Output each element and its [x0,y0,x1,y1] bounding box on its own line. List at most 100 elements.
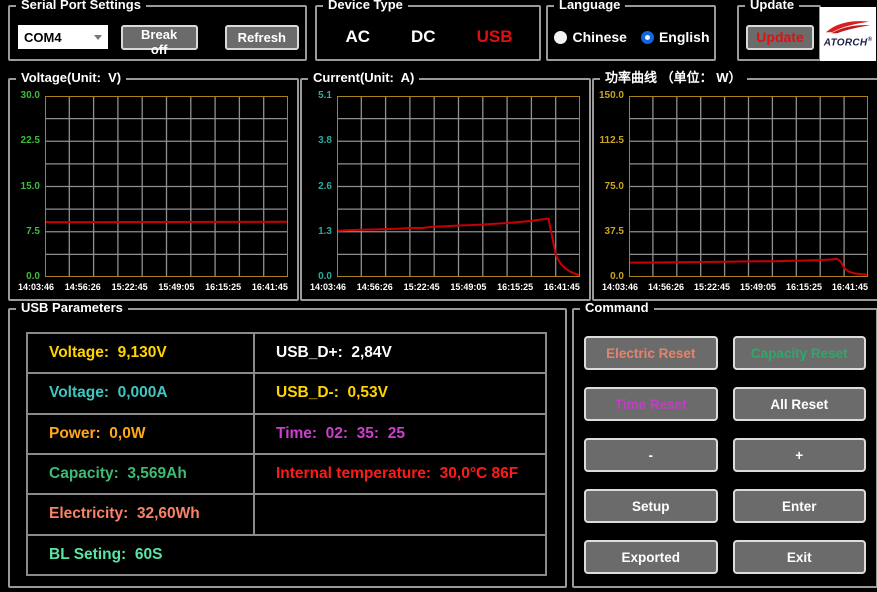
x-tick-label: 14:03:46 [310,283,346,296]
voltage-y-axis: 30.022.515.07.50.0 [15,91,45,282]
break-off-button[interactable]: Break off [121,25,198,50]
current-x-axis: 14:03:4614:56:2615:22:4515:49:0516:15:25… [310,277,580,296]
parameter-cell: Internal temperature: 30,0°C 86F [254,454,546,494]
command-group: Command Electric ResetCapacity ResetTime… [572,308,877,588]
chart-title-voltage: Voltage(Unit: V) [16,71,126,85]
y-tick-label: 112.5 [600,136,624,146]
chart-title-power: 功率曲线 （单位： W） [600,71,747,85]
x-tick-label: 14:56:26 [65,283,101,296]
y-tick-label: 2.6 [318,182,332,192]
x-tick-label: 14:56:26 [648,283,684,296]
parameter-cell: Time: 02: 35: 25 [254,414,546,454]
y-tick-label: 75.0 [605,182,624,192]
atorch-logo: ATORCH® [820,7,876,61]
parameter-cell: Capacity: 3,569Ah [27,454,254,494]
device-type-dc[interactable]: DC [411,27,436,47]
group-title-command: Command [580,301,654,315]
group-title-serial: Serial Port Settings [16,0,146,12]
table-row: Capacity: 3,569AhInternal temperature: 3… [27,454,546,494]
y-tick-label: 7.5 [26,227,40,237]
x-tick-label: 16:15:25 [786,283,822,296]
power-plot [629,96,868,277]
x-tick-label: 16:15:25 [205,283,241,296]
y-tick-label: 150.0 [599,91,624,101]
current-plot [337,96,580,277]
table-row: BL Seting: 60S [27,535,546,575]
logo-brand-text: ATORCH® [824,35,872,48]
y-tick-label: 1.3 [318,227,332,237]
parameter-cell: Electricity: 32,60Wh [27,494,254,534]
device-type-usb[interactable]: USB [477,27,513,47]
x-tick-label: 15:22:45 [112,283,148,296]
refresh-button[interactable]: Refresh [225,25,299,50]
parameter-cell: USB_D-: 0,53V [254,373,546,413]
y-tick-label: 30.0 [21,91,40,101]
usb-parameters-group: USB Parameters Voltage: 9,130VUSB_D+: 2,… [8,308,567,588]
table-row: Voltage: 0,000AUSB_D-: 0,53V [27,373,546,413]
parameter-cell: Voltage: 0,000A [27,373,254,413]
current-y-axis: 5.13.82.61.30.0 [307,91,337,282]
x-tick-label: 15:22:45 [694,283,730,296]
power-y-axis: 150.0112.575.037.50.0 [599,91,629,282]
voltage-chart-group: Voltage(Unit: V) 30.022.515.07.50.0 14:0… [8,78,299,301]
setup-button[interactable]: Setup [584,489,718,523]
y-tick-label: 5.1 [318,91,332,101]
language-english-label: English [659,29,710,45]
minus-button[interactable]: - [584,438,718,472]
current-chart-group: Current(Unit: A) 5.13.82.61.30.0 14:03:4… [300,78,591,301]
language-english-radio[interactable]: English [641,29,710,45]
group-title-language: Language [554,0,625,12]
language-chinese-label: Chinese [572,29,626,45]
language-chinese-radio[interactable]: Chinese [554,29,626,45]
com-port-select[interactable]: COM4 [18,25,108,49]
all-reset-button[interactable]: All Reset [733,387,867,421]
enter-button[interactable]: Enter [733,489,867,523]
parameter-cell: Voltage: 9,130V [27,333,254,373]
x-tick-label: 15:49:05 [740,283,776,296]
device-type-ac[interactable]: AC [345,27,370,47]
time-reset-button[interactable]: Time Reset [584,387,718,421]
parameter-cell: Power: 0,0W [27,414,254,454]
power-x-axis: 14:03:46 14:56:26 15:22:45 15:49:05 16:15:25… [602,277,868,296]
x-tick-label: 14:03:46 [18,283,54,296]
command-button-grid: Electric Reset Capacity Reset Time Reset Al… [584,336,866,574]
usb-parameters-table-body: Voltage: 9,130VUSB_D+: 2,84VVoltage: 0,0… [27,333,546,575]
x-tick-label: 16:41:45 [544,283,580,296]
radio-unselected-icon [554,31,567,44]
x-tick-label: 16:41:45 [832,283,868,296]
group-title-usb-parameters: USB Parameters [16,301,128,315]
chevron-down-icon [94,35,102,40]
app-window: Serial Port Settings COM4 Break off Refr… [0,0,877,592]
capacity-reset-button[interactable]: Capacity Reset [733,336,867,370]
radio-selected-icon [641,31,654,44]
group-title-device-type: Device Type [323,0,408,12]
power-chart-group: 功率曲线 （单位： W） 150.0112.575.037.50.0 14:03… [592,78,877,301]
update-group: Update Update [737,5,821,61]
voltage-x-axis: 14:03:4614:56:2615:22:4515:49:0516:15:25… [18,277,288,296]
x-tick-label: 15:49:05 [450,283,486,296]
com-port-value: COM4 [24,30,62,45]
serial-port-settings-group: Serial Port Settings COM4 Break off Refr… [8,5,307,61]
group-title-update: Update [745,0,799,12]
x-tick-label: 15:22:45 [404,283,440,296]
exit-button[interactable]: Exit [733,540,867,574]
parameter-cell: USB_D+: 2,84V [254,333,546,373]
x-tick-label: 16:41:45 [252,283,288,296]
electric-reset-button[interactable]: Electric Reset [584,336,718,370]
table-row: Power: 0,0WTime: 02: 35: 25 [27,414,546,454]
update-button[interactable]: Update [746,25,813,50]
y-tick-label: 15.0 [21,182,40,192]
flame-icon [825,19,871,35]
parameter-cell [254,494,546,534]
plus-button[interactable]: + [733,438,867,472]
x-tick-label: 14:03:46 [602,283,638,296]
parameter-cell: BL Seting: 60S [27,535,546,575]
table-row: Voltage: 9,130VUSB_D+: 2,84V [27,333,546,373]
chart-title-current: Current(Unit: A) [308,71,419,85]
x-tick-label: 16:15:25 [497,283,533,296]
exported-button[interactable]: Exported [584,540,718,574]
table-row: Electricity: 32,60Wh [27,494,546,534]
language-group: Language Chinese English [546,5,716,61]
device-type-group: Device Type AC DC USB [315,5,541,61]
y-tick-label: 22.5 [21,136,40,146]
